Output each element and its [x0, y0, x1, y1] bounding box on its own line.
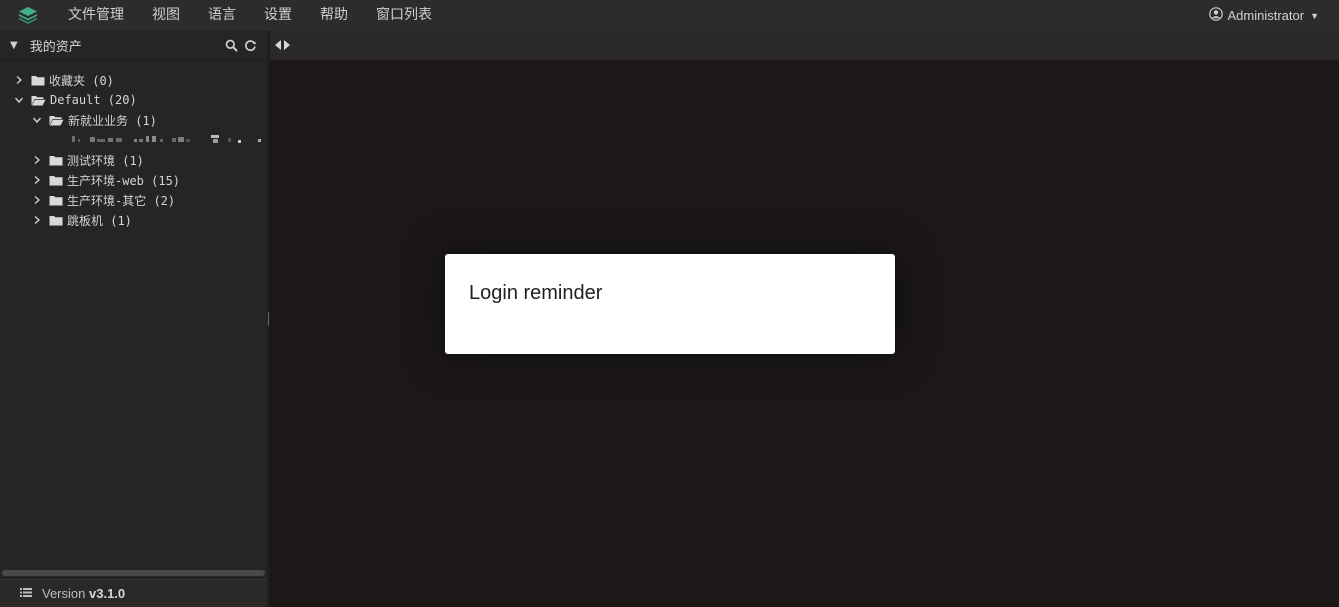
- tree-node-favorites[interactable]: 收藏夹 (0): [0, 70, 267, 90]
- tree-node-test-env[interactable]: 测试环境 (1): [0, 150, 267, 170]
- list-icon: [20, 586, 32, 601]
- user-avatar-icon: [1208, 7, 1223, 24]
- dialog-title: Login reminder: [469, 282, 603, 304]
- sidebar-tools: [225, 37, 257, 56]
- tree-node-default[interactable]: Default (20): [0, 90, 267, 110]
- app-logo-icon[interactable]: [16, 4, 40, 28]
- chevron-down-icon[interactable]: [13, 96, 25, 104]
- chevron-down-icon[interactable]: [31, 116, 43, 124]
- tree-node-new-business[interactable]: 新就业业务 (1): [0, 110, 267, 130]
- caret-down-icon: ▼: [1310, 10, 1319, 21]
- chevron-right-icon[interactable]: [31, 155, 43, 165]
- chevron-right-icon[interactable]: [13, 75, 25, 85]
- version-label: Version: [42, 586, 86, 601]
- menu-view[interactable]: 视图: [138, 0, 194, 31]
- sidebar-horizontal-scrollbar[interactable]: [2, 570, 265, 576]
- user-menu[interactable]: Administrator ▼: [1208, 0, 1319, 31]
- scroll-right-icon[interactable]: [283, 36, 291, 55]
- tree-node-host-redacted[interactable]: [0, 130, 267, 150]
- folder-icon: [49, 215, 63, 226]
- tree-node-label: 生产环境-其它 (2): [67, 193, 176, 208]
- tree-node-label: Default (20): [50, 93, 137, 107]
- asset-tree: 收藏夹 (0) Default (20) 新就业业务 (1) 测试环境 (1) …: [0, 70, 267, 230]
- user-name: Administrator: [1227, 8, 1305, 23]
- tree-node-jump-host[interactable]: 跳板机 (1): [0, 210, 267, 230]
- tree-node-label: 生产环境-web (15): [67, 173, 181, 188]
- version-footer: Version v3.1.0: [0, 579, 267, 607]
- folder-icon: [49, 195, 63, 206]
- asset-sidebar: ▼ 我的资产 收藏夹 (0) Default (20) 新就业业务 (1) 测试…: [0, 31, 267, 607]
- tree-node-label: 新就业业务 (1): [68, 113, 157, 128]
- tree-node-prod-other[interactable]: 生产环境-其它 (2): [0, 190, 267, 210]
- chevron-right-icon[interactable]: [31, 215, 43, 225]
- folder-open-icon: [49, 115, 64, 126]
- tree-node-label: 测试环境 (1): [67, 153, 144, 168]
- login-reminder-dialog[interactable]: Login reminder: [445, 254, 895, 354]
- search-icon[interactable]: [225, 37, 238, 56]
- folder-icon: [31, 75, 45, 86]
- tree-node-label: 跳板机 (1): [67, 213, 132, 228]
- tree-node-prod-web[interactable]: 生产环境-web (15): [0, 170, 267, 190]
- tree-node-label: 收藏夹 (0): [49, 73, 114, 88]
- menu-settings[interactable]: 设置: [250, 0, 306, 31]
- refresh-icon[interactable]: [244, 37, 257, 56]
- folder-open-icon: [31, 95, 46, 106]
- menubar: 文件管理 视图 语言 设置 帮助 窗口列表 Administrator ▼: [0, 0, 1339, 31]
- sidebar-title: 我的资产: [29, 39, 82, 55]
- collapse-triangle-icon[interactable]: ▼: [10, 40, 18, 51]
- tab-bar: [270, 31, 1339, 60]
- menu-language[interactable]: 语言: [194, 0, 250, 31]
- menu-window-list[interactable]: 窗口列表: [362, 0, 446, 31]
- menu-file-management[interactable]: 文件管理: [54, 0, 138, 31]
- chevron-right-icon[interactable]: [31, 175, 43, 185]
- folder-icon: [49, 175, 63, 186]
- menu-help[interactable]: 帮助: [306, 0, 362, 31]
- scroll-left-icon[interactable]: [274, 36, 282, 55]
- redacted-host-graphic: [72, 133, 262, 147]
- folder-icon: [49, 155, 63, 166]
- chevron-right-icon[interactable]: [31, 195, 43, 205]
- version-value: v3.1.0: [89, 586, 126, 601]
